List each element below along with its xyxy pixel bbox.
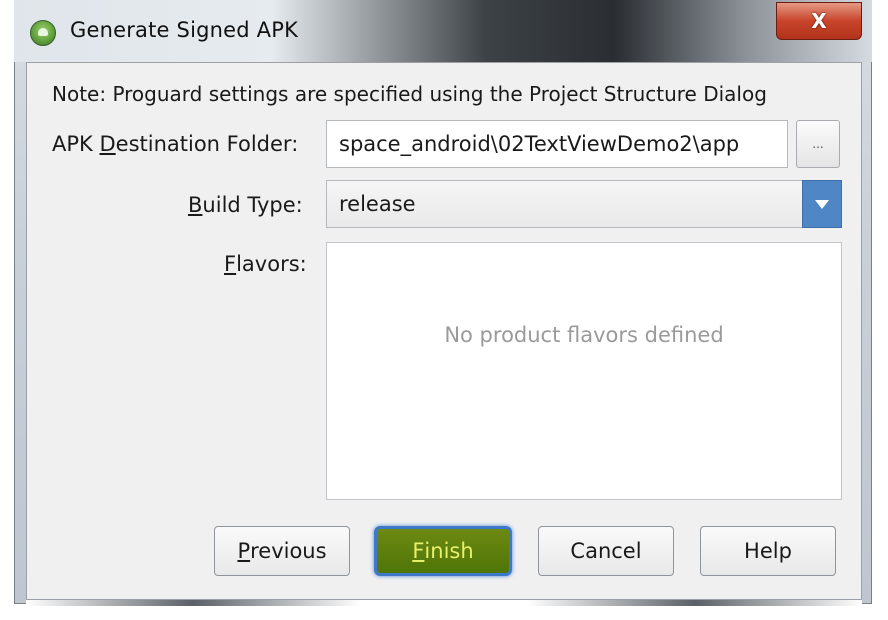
proguard-note: Note: Proguard settings are specified us… xyxy=(52,82,767,106)
help-button[interactable]: Help xyxy=(700,526,836,576)
dialog-bottom-shadow xyxy=(26,600,862,606)
close-button[interactable]: X xyxy=(776,2,862,40)
chevron-down-icon[interactable] xyxy=(802,180,842,228)
build-type-select[interactable]: release xyxy=(326,180,842,228)
flavors-empty-message: No product flavors defined xyxy=(444,323,724,347)
finish-button[interactable]: Finish xyxy=(374,526,512,576)
build-type-label: Build Type: xyxy=(188,193,303,217)
dialog-title: Generate Signed APK xyxy=(70,18,299,42)
cancel-button[interactable]: Cancel xyxy=(538,526,674,576)
browse-button[interactable]: ... xyxy=(796,120,840,168)
flavors-label: Flavors: xyxy=(224,252,307,276)
build-type-value: release xyxy=(339,192,416,216)
android-studio-icon xyxy=(30,20,56,46)
destination-folder-input[interactable]: space_android\02TextViewDemo2\app xyxy=(326,120,788,168)
flavors-list[interactable]: No product flavors defined xyxy=(326,242,842,500)
destination-label: APK Destination Folder: xyxy=(52,132,299,156)
previous-button[interactable]: Previous xyxy=(214,526,350,576)
